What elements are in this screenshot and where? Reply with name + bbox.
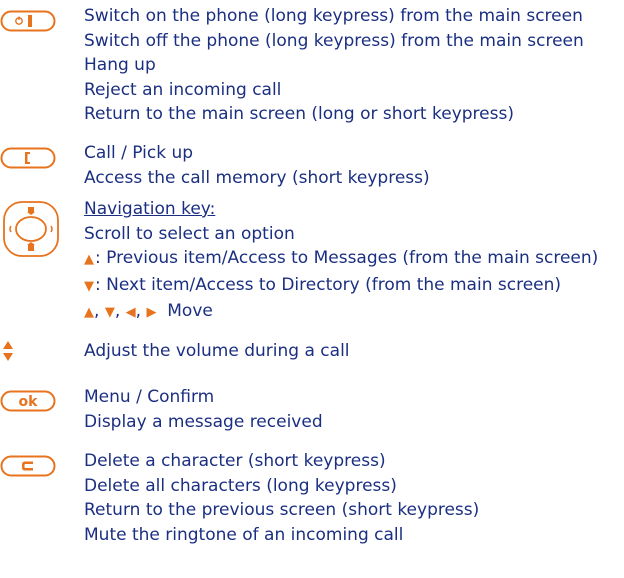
description-line: Call / Pick up bbox=[84, 143, 194, 163]
description-line: Display a message received bbox=[84, 411, 323, 432]
power-hangup-key-icon bbox=[0, 10, 56, 32]
navigation-key-title: Navigation key: bbox=[84, 199, 216, 219]
description-line: Adjust the volume during a call bbox=[84, 341, 350, 361]
description-line: Return to the previous screen (short key… bbox=[84, 500, 480, 521]
ok-key-label: ok bbox=[19, 394, 39, 410]
description-line: Menu / Confirm bbox=[84, 387, 215, 407]
call-pickup-key-icon bbox=[0, 147, 56, 169]
description-line: Scroll to select an option bbox=[84, 223, 295, 244]
down-arrow-text: : Next item/Access to Directory (from th… bbox=[95, 274, 562, 295]
navigation-key-icon bbox=[3, 201, 59, 257]
ok-key-description: Menu / Confirm Display a message receive… bbox=[84, 385, 323, 434]
description-line: Hang up bbox=[84, 55, 156, 76]
up-arrow-item: ▲: Previous item/Access to Messages (fro… bbox=[84, 246, 598, 273]
down-arrow-item: ▼: Next item/Access to Directory (from t… bbox=[84, 273, 598, 300]
ok-key-icon: ok bbox=[0, 390, 56, 412]
volume-key-description: Adjust the volume during a call bbox=[84, 339, 350, 364]
description-line: Switch on the phone (long keypress) from… bbox=[84, 6, 583, 26]
description-line: Delete a character (short keypress) bbox=[84, 451, 386, 471]
power-key-description: Switch on the phone (long keypress) from… bbox=[84, 4, 584, 127]
key-reference-page: Switch on the phone (long keypress) from… bbox=[0, 0, 624, 578]
description-line: Switch off the phone (long keypress) fro… bbox=[84, 30, 584, 51]
move-arrows-item: ▲, ▼, ◀, ▶ Move bbox=[84, 301, 213, 322]
right-arrow-icon: ▶ bbox=[146, 305, 157, 321]
description-line: Return to the main screen (long or short… bbox=[84, 104, 514, 125]
up-arrow-icon: ▲ bbox=[84, 252, 94, 268]
down-arrow-icon: ▼ bbox=[104, 305, 115, 321]
description-line: Reject an incoming call bbox=[84, 79, 282, 100]
move-text: Move bbox=[167, 301, 213, 322]
clear-key-icon bbox=[0, 455, 56, 477]
navigation-key-description: Navigation key: Scroll to select an opti… bbox=[84, 197, 598, 326]
description-line: Delete all characters (long keypress) bbox=[84, 475, 397, 496]
call-key-description: Call / Pick up Access the call memory (s… bbox=[84, 141, 430, 190]
down-arrow-icon: ▼ bbox=[84, 278, 94, 294]
description-line: Access the call memory (short keypress) bbox=[84, 167, 430, 188]
volume-key-icon bbox=[3, 341, 13, 361]
description-line: Mute the ringtone of an incoming call bbox=[84, 524, 404, 545]
up-arrow-text: : Previous item/Access to Messages (from… bbox=[95, 248, 599, 269]
clear-key-description: Delete a character (short keypress) Dele… bbox=[84, 449, 479, 547]
up-arrow-icon: ▲ bbox=[84, 305, 94, 321]
left-arrow-icon: ◀ bbox=[125, 305, 136, 321]
